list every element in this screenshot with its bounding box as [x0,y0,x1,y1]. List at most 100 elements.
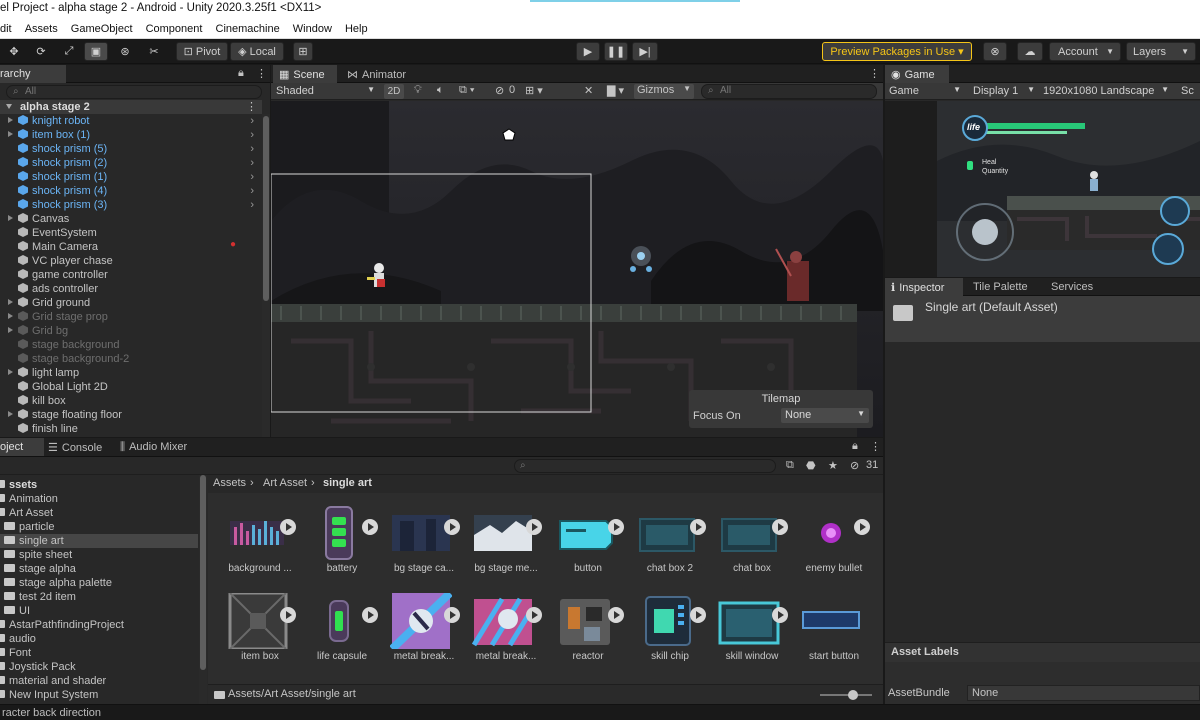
grid-snap-icon[interactable]: ⊞ [293,42,313,61]
scene-search-input[interactable]: ⌕ All [701,84,877,99]
breadcrumb-assets[interactable]: Assets [213,477,246,489]
create-filter-icon[interactable]: ⧉ [786,459,794,472]
open-prefab-chevron-icon[interactable]: › [250,170,254,184]
more-menu-icon[interactable]: ⋮ [869,67,880,80]
breadcrumb-single-art[interactable]: single art [323,477,372,489]
zoom-slider[interactable] [820,690,872,700]
menu-assets[interactable]: Assets [25,20,64,35]
asset-item[interactable]: metal break... [376,589,460,667]
menu-component[interactable]: Component [146,20,209,35]
hierarchy-item[interactable]: game controller [0,268,262,282]
tree-scrollbar[interactable] [199,475,207,704]
tab-scene[interactable]: ▦ Scene [273,65,337,83]
asset-item[interactable]: button [540,501,624,579]
hierarchy-item[interactable]: stage background [0,338,262,352]
shading-dropdown[interactable]: Shaded ▼ [273,84,377,99]
folder-tree-item[interactable]: stage alpha [0,562,198,576]
resolution-dropdown[interactable]: 1920x1080 Landscape ▼ [1041,84,1171,99]
hierarchy-item[interactable]: light lamp [0,366,262,380]
folder-tree-item[interactable]: UI [0,604,198,618]
menu-gameobject[interactable]: GameObject [71,20,139,35]
folder-tree-item[interactable]: Font [0,646,198,660]
menu-edit[interactable]: dit [0,20,18,35]
hierarchy-item[interactable]: Grid stage prop [0,310,262,324]
hierarchy-item[interactable]: Canvas [0,212,262,226]
expand-arrow-icon[interactable] [8,117,13,123]
expand-arrow-icon[interactable] [8,369,13,375]
folder-tree-item[interactable]: Animation [0,492,198,506]
hierarchy-item[interactable]: shock prism (5) › [0,142,262,156]
folder-tree-item[interactable]: AstarPathfindingProject [0,618,198,632]
mode-2d-toggle[interactable]: 2D [384,84,404,99]
grid-icon[interactable]: ⊞ ▾ [525,84,543,97]
expand-sprite-play-icon[interactable] [854,519,870,535]
hidden-packages-icon[interactable]: ⊘ [850,459,859,472]
audio-icon[interactable]: 🔈︎ [437,84,444,97]
rotate-tool-icon[interactable]: ⟳ [30,42,52,61]
expand-arrow-icon[interactable] [8,313,13,319]
hidden-objects-icon[interactable]: ⊘ [495,84,504,97]
tab-services[interactable]: Services [1045,278,1107,296]
expand-arrow-icon[interactable] [8,411,13,417]
tab-hierarchy[interactable]: rarchy [0,65,66,83]
hierarchy-scrollbar[interactable] [262,114,270,437]
folder-tree-item[interactable]: ssets [0,478,198,492]
cloud-icon[interactable]: ☁ [1017,42,1043,61]
hierarchy-item[interactable]: shock prism (2) › [0,156,262,170]
hierarchy-item[interactable]: ads controller [0,282,262,296]
folder-tree-item[interactable]: material and shader [0,674,198,688]
asset-item[interactable]: bg stage me... [458,501,542,579]
asset-item[interactable]: item box [212,589,296,667]
open-prefab-chevron-icon[interactable]: › [250,184,254,198]
open-prefab-chevron-icon[interactable]: › [250,198,254,212]
hierarchy-search-input[interactable]: ⌕ All [6,85,262,99]
expand-arrow-icon[interactable] [8,131,13,137]
expand-arrow-icon[interactable] [8,327,13,333]
hierarchy-item[interactable]: Grid ground [0,296,262,310]
asset-item[interactable]: metal break... [458,589,542,667]
asset-item[interactable]: battery [294,501,378,579]
menu-window[interactable]: Window [293,20,338,35]
effects-icon[interactable]: ⧉ ▾ [459,84,475,97]
scale-tool-icon[interactable]: ⤢ [58,42,80,61]
folder-tree-item[interactable]: test 2d item [0,590,198,604]
hierarchy-item[interactable]: shock prism (4) › [0,184,262,198]
asset-item[interactable]: bg stage ca... [376,501,460,579]
open-prefab-chevron-icon[interactable]: › [250,114,254,128]
open-prefab-chevron-icon[interactable]: › [250,128,254,142]
asset-item[interactable]: background ... [212,501,296,579]
asset-item[interactable]: skill chip [622,589,706,667]
tab-audio-mixer[interactable]: ⫼ Audio Mixer [114,438,204,456]
gizmos-dropdown[interactable]: Gizmos ▼ [634,84,694,99]
tab-game[interactable]: ◉ Game [885,65,949,83]
more-menu-icon[interactable]: ⋮ [256,67,267,80]
folder-tree-item[interactable]: single art [0,534,198,548]
hierarchy-item[interactable]: VC player chase [0,254,262,268]
game-mode-dropdown[interactable]: Game ▼ [887,84,963,99]
project-search-input[interactable]: ⌕ [514,459,776,473]
asset-item[interactable]: chat box [704,501,788,579]
hierarchy-item[interactable]: shock prism (1) › [0,170,262,184]
hierarchy-item[interactable]: Main Camera [0,240,262,254]
scene-menu-icon[interactable]: ⋮ [246,100,257,114]
menu-help[interactable]: Help [345,20,374,35]
step-button[interactable]: ▶| [632,42,658,61]
scrollbar-thumb[interactable] [263,116,269,301]
folder-tree-item[interactable]: audio [0,632,198,646]
asset-item[interactable]: life capsule [294,589,378,667]
tab-project[interactable]: oject [0,438,44,456]
assetbundle-dropdown[interactable]: None [967,685,1200,701]
hierarchy-item[interactable]: shock prism (3) › [0,198,262,212]
pivot-toggle[interactable]: ⊡ Pivot [176,42,228,61]
hierarchy-item[interactable]: knight robot › [0,114,262,128]
zoom-slider-thumb[interactable] [848,690,858,700]
tab-tile-palette[interactable]: Tile Palette [967,278,1041,296]
asset-item[interactable]: chat box 2 [622,501,706,579]
scrollbar-thumb[interactable] [200,475,206,670]
hierarchy-item[interactable]: Grid bg [0,324,262,338]
expand-arrow-icon[interactable] [8,215,13,221]
hierarchy-item[interactable]: item box (1) › [0,128,262,142]
collab-icon[interactable]: ⊗ [983,42,1007,61]
hierarchy-item[interactable]: stage floating floor [0,408,262,422]
layers-dropdown[interactable]: Layers ▼ [1126,42,1196,61]
